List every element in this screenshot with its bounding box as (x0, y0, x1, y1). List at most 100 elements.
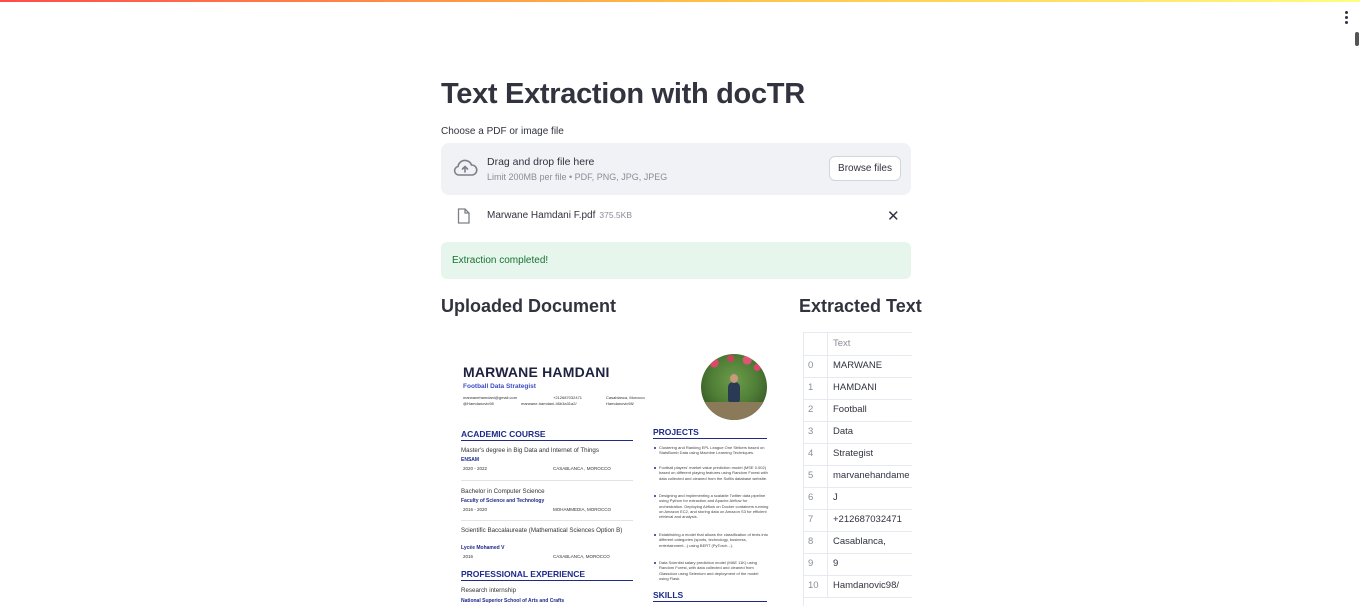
file-uploader-label: Choose a PDF or image file (441, 126, 564, 137)
extracted-text-heading: Extracted Text (799, 296, 922, 316)
close-icon[interactable]: ✕ (887, 207, 900, 225)
dropzone-limit-text: Limit 200MB per file • PDF, PNG, JPG, JP… (487, 172, 668, 182)
project-item: Data Scientist salary prediction model (… (659, 560, 759, 581)
academic-degree: Master's degree in Big Data and Internet… (461, 447, 599, 454)
academic-degree: Bachelor in Computer Science (461, 488, 545, 495)
uploaded-file-item: Marwane Hamdani F.pdf 375.5KB ✕ (441, 202, 911, 230)
row-index: 7 (804, 509, 828, 531)
row-text[interactable]: Data (833, 421, 853, 443)
academic-dates: 2016 - 2020 (463, 507, 488, 512)
top-decoration-bar (0, 0, 1360, 2)
bullet (654, 495, 656, 497)
menu-dot (1344, 10, 1348, 14)
experience-org: National Superior School of Arts and Cra… (461, 598, 565, 604)
cv-phone: +212687032471 (553, 395, 583, 400)
row-index: 2 (804, 399, 828, 421)
photo-head (730, 374, 738, 383)
table-row[interactable]: 7 +212687032471 (804, 509, 912, 532)
project-item: Clustering and Ranking EPL League One St… (659, 445, 765, 456)
experience-role: Research internship (461, 587, 517, 594)
bullet (654, 467, 656, 469)
cv-separator (461, 480, 633, 481)
profile-photo (701, 354, 767, 420)
file-name-text: Marwane Hamdani F.pdf 375.5KB (487, 210, 632, 221)
row-text[interactable]: 9 (833, 553, 838, 575)
project-item: Football players' market value predictio… (659, 465, 768, 481)
index-header-cell (804, 333, 828, 355)
cv-name: MARWANE HAMDANI (463, 364, 610, 380)
cv-github: Hamdanovic98/ (606, 401, 634, 406)
table-row[interactable]: 8 Casablanca, (804, 531, 912, 554)
bullet (654, 534, 656, 536)
projects-section-title: PROJECTS (653, 427, 699, 437)
project-item: Designing and implementing a scalable Tw… (659, 493, 769, 520)
row-index: 10 (804, 575, 828, 597)
section-underline (461, 440, 633, 441)
table-row[interactable]: 0 MARWANE (804, 355, 912, 378)
table-row[interactable]: 3 Data (804, 421, 912, 444)
page-title: Text Extraction with docTR (441, 78, 805, 110)
academic-place: CASABLANCA, MOROCCO (553, 554, 610, 559)
academic-school: ENSAM (461, 457, 480, 463)
uploaded-document-preview: MARWANE HAMDANI Football Data Strategist… (441, 340, 781, 605)
photo-person (728, 382, 740, 402)
row-text[interactable]: MARWANE (833, 355, 882, 377)
row-text[interactable]: +212687032471 (833, 509, 902, 531)
row-text[interactable]: Hamdanovic98/ (833, 575, 899, 597)
academic-section-title: ACADEMIC COURSE (461, 429, 546, 439)
photo-ground (701, 402, 767, 420)
row-index: 4 (804, 443, 828, 465)
cv-twitter: @Hamdanovic98 (463, 401, 494, 406)
academic-school: Lycée Mohamed V (461, 545, 505, 551)
cv-email: marwanehamdani@gmail.com (463, 395, 518, 400)
cv-linkedin: marwane-hamdani-46b3a31a2/ (521, 401, 577, 406)
cv-city: Casablanca, Morocco (606, 395, 645, 400)
row-text[interactable]: marvanehandame (833, 465, 910, 487)
cloud-upload-icon (452, 158, 478, 183)
file-name: Marwane Hamdani F.pdf (487, 210, 596, 221)
file-dropzone[interactable]: Drag and drop file here Limit 200MB per … (441, 143, 911, 195)
file-size: 375.5KB (599, 210, 633, 220)
row-index: 0 (804, 355, 828, 377)
row-text[interactable]: J (833, 487, 838, 509)
academic-degree: Scientific Baccalaureate (Mathematical S… (461, 527, 623, 534)
cv-role: Football Data Strategist (463, 383, 536, 390)
text-column-header[interactable]: Text (833, 333, 850, 355)
row-index: 1 (804, 377, 828, 399)
browse-files-button[interactable]: Browse files (829, 156, 901, 181)
table-row[interactable]: 1 HAMDANI (804, 377, 912, 400)
bullet (654, 562, 656, 564)
table-row[interactable]: 2 Football (804, 399, 912, 422)
extracted-text-table[interactable]: Text 0 MARWANE 1 HAMDANI 2 Football 3 Da… (803, 332, 912, 606)
row-text[interactable]: HAMDANI (833, 377, 877, 399)
dropzone-instructions: Drag and drop file here (487, 156, 595, 168)
row-index: 9 (804, 553, 828, 575)
skills-section-title: SKILLS (653, 590, 684, 600)
menu-dot (1344, 15, 1348, 19)
table-row[interactable]: 10 Hamdanovic98/ (804, 575, 912, 598)
row-text[interactable]: Casablanca, (833, 531, 886, 553)
row-text[interactable]: Strategist (833, 443, 873, 465)
file-icon (457, 208, 470, 229)
menu-dot (1344, 20, 1348, 24)
row-index: 8 (804, 531, 828, 553)
table-row[interactable]: 5 marvanehandame (804, 465, 912, 488)
section-underline (653, 438, 767, 439)
academic-school: Faculty of Science and Technology (461, 498, 545, 504)
section-underline (461, 580, 633, 581)
success-alert: Extraction completed! (441, 242, 911, 279)
main-menu-button[interactable] (1339, 9, 1353, 25)
experience-section-title: PROFESSIONAL EXPERIENCE (461, 569, 586, 579)
academic-dates: 2020 - 2022 (463, 466, 488, 471)
table-row[interactable]: 4 Strategist (804, 443, 912, 466)
row-text[interactable]: Football (833, 399, 867, 421)
academic-place: MOHAMMEDIA, MOROCCO (553, 507, 611, 512)
cv-separator (461, 520, 633, 521)
academic-dates: 2016 (463, 554, 474, 559)
row-index: 3 (804, 421, 828, 443)
table-row[interactable]: 9 9 (804, 553, 912, 576)
scrollbar-thumb[interactable] (1355, 32, 1359, 46)
uploaded-document-heading: Uploaded Document (441, 296, 617, 316)
project-item: Establishing a model that allows the cla… (659, 532, 768, 548)
table-row[interactable]: 6 J (804, 487, 912, 510)
